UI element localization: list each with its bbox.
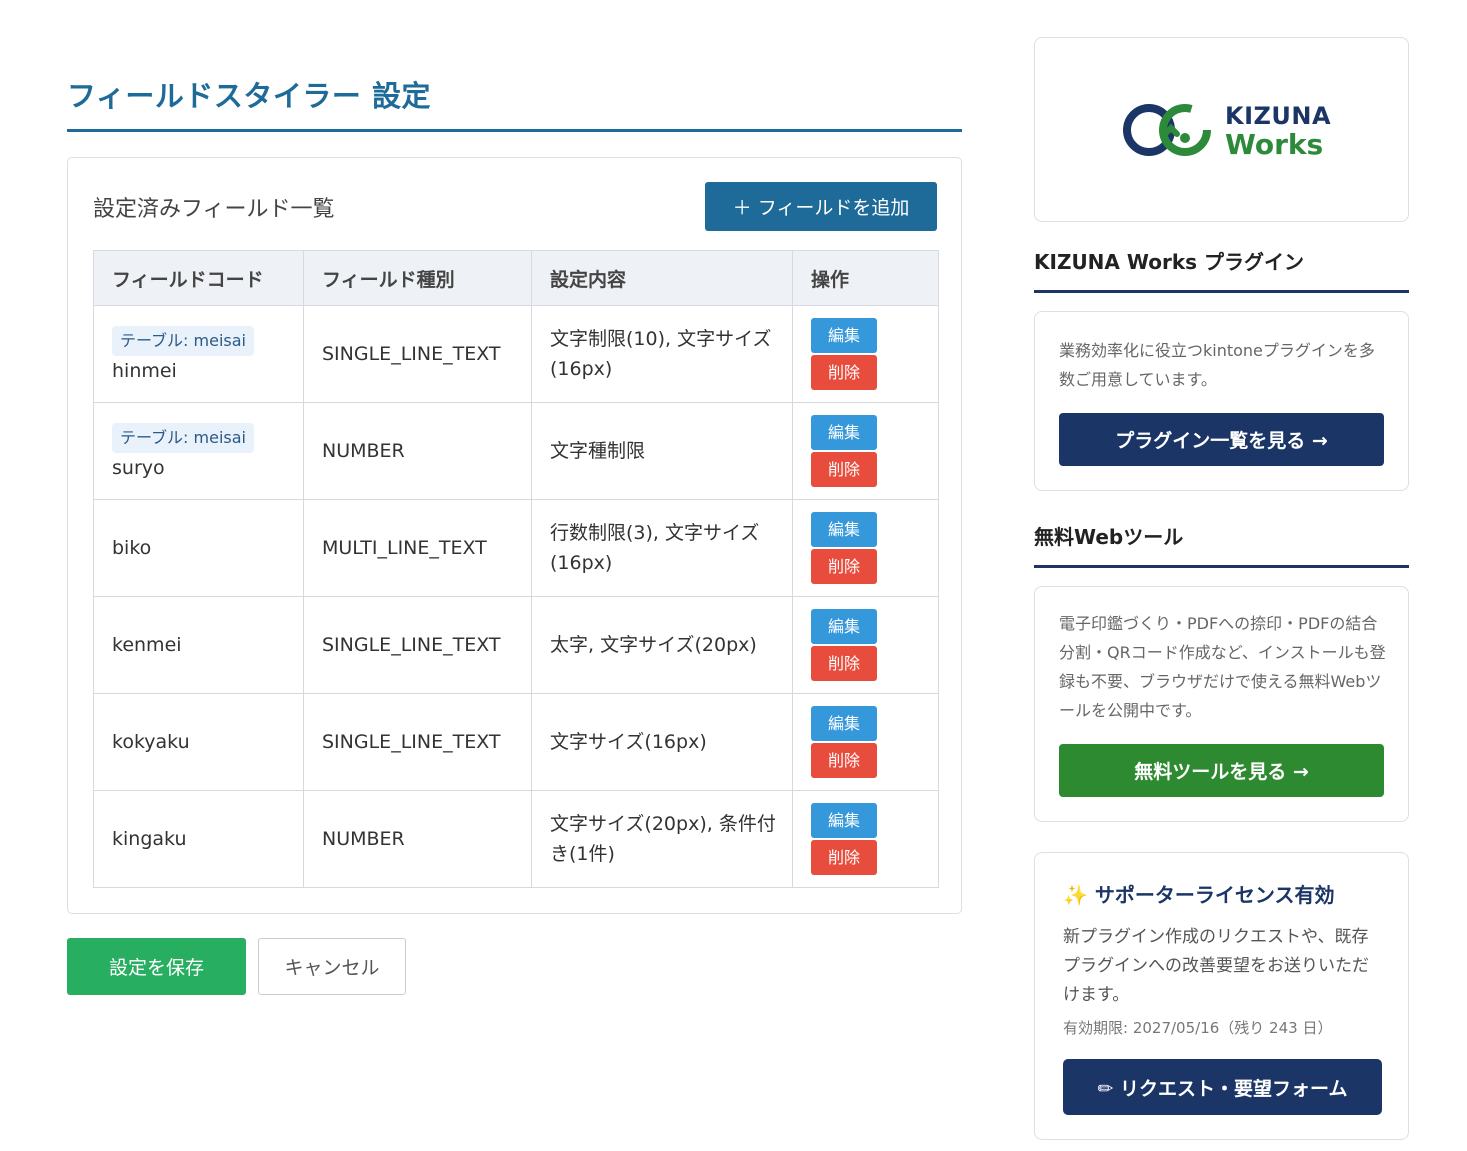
field-code: biko [93,499,304,597]
save-settings-button[interactable]: 設定を保存 [67,938,246,995]
field-code: kingaku [93,790,304,888]
tools-description: 電子印鑑づくり・PDFへの捺印・PDFの結合分割・QRコード作成など、インストー… [1059,614,1386,720]
column-header-actions: 操作 [792,250,939,306]
edit-button[interactable]: 編集 [811,609,877,644]
plugins-heading-divider [1034,290,1409,293]
actions-cell: 編集 削除 [792,596,939,694]
license-description: 新プラグイン作成のリクエストや、既存プラグインへの改善要望をお送りいただけます。 [1063,927,1369,1005]
license-card: ✨ サポーターライセンス有効 新プラグイン作成のリクエストや、既存プラグインへの… [1034,852,1409,1140]
field-code-cell: テーブル: meisai hinmei [93,305,304,403]
field-type: SINGLE_LINE_TEXT [303,305,532,403]
fields-card: 設定済みフィールド一覧 ＋ フィールドを追加 フィールドコード フィールド種別 … [67,157,962,914]
fields-table: フィールドコード フィールド種別 設定内容 操作 テーブル: meisai hi… [93,250,939,888]
fields-card-header: 設定済みフィールド一覧 ＋ フィールドを追加 [93,182,937,232]
delete-button[interactable]: 削除 [811,840,877,875]
table-tag-badge: テーブル: meisai [112,422,254,453]
field-type: MULTI_LINE_TEXT [303,499,532,597]
table-tag-badge: テーブル: meisai [112,325,254,356]
logo-text-works: Works [1225,128,1324,161]
field-settings: 太字, 文字サイズ(20px) [531,596,793,694]
view-plugins-button[interactable]: プラグイン一覧を見る → [1059,413,1384,466]
delete-button[interactable]: 削除 [811,452,877,487]
license-title: ✨ サポーターライセンス有効 [1063,879,1334,908]
tools-heading-divider [1034,565,1409,568]
license-title-text: サポーターライセンス有効 [1094,883,1335,907]
main-header: フィールドスタイラー 設定 [67,74,962,132]
field-code-cell: テーブル: meisai suryo [93,402,304,500]
table-row: biko MULTI_LINE_TEXT 行数制限(3), 文字サイズ(16px… [93,499,939,597]
sparkles-icon: ✨ [1063,883,1088,907]
edit-button[interactable]: 編集 [811,512,877,547]
table-row: テーブル: meisai suryo NUMBER 文字種制限 編集 削除 [93,402,939,500]
tools-heading: 無料Webツール [1034,525,1184,549]
field-settings: 文字制限(10), 文字サイズ(16px) [531,305,793,403]
actions-cell: 編集 削除 [792,305,939,403]
actions-cell: 編集 削除 [792,693,939,791]
page-title: フィールドスタイラー 設定 [67,79,432,113]
field-code: hinmei [112,359,177,382]
edit-button[interactable]: 編集 [811,318,877,353]
table-row: kenmei SINGLE_LINE_TEXT 太字, 文字サイズ(20px) … [93,596,939,694]
delete-button[interactable]: 削除 [811,355,877,390]
field-type: NUMBER [303,402,532,500]
logo-card[interactable]: KIZUNA Works [1034,37,1409,222]
actions-cell: 編集 削除 [792,402,939,500]
edit-button[interactable]: 編集 [811,415,877,450]
field-code: suryo [112,456,165,479]
field-settings: 文字種制限 [531,402,793,500]
title-divider [67,129,962,132]
plugins-card: 業務効率化に役立つkintoneプラグインを多数ご用意しています。 プラグイン一… [1034,311,1409,491]
field-code: kokyaku [93,693,304,791]
table-row: kokyaku SINGLE_LINE_TEXT 文字サイズ(16px) 編集 … [93,693,939,791]
delete-button[interactable]: 削除 [811,646,877,681]
plugins-heading: KIZUNA Works プラグイン [1034,250,1304,274]
field-type: SINGLE_LINE_TEXT [303,596,532,694]
plugins-description: 業務効率化に役立つkintoneプラグインを多数ご用意しています。 [1059,341,1375,389]
actions-cell: 編集 削除 [792,790,939,888]
add-field-button[interactable]: ＋ フィールドを追加 [705,182,937,231]
table-row: テーブル: meisai hinmei SINGLE_LINE_TEXT 文字制… [93,305,939,403]
table-row: kingaku NUMBER 文字サイズ(20px), 条件付き(1件) 編集 … [93,790,939,888]
delete-button[interactable]: 削除 [811,743,877,778]
field-type: SINGLE_LINE_TEXT [303,693,532,791]
kizuna-logo-icon [1123,104,1211,156]
field-settings: 文字サイズ(20px), 条件付き(1件) [531,790,793,888]
tools-card: 電子印鑑づくり・PDFへの捺印・PDFの結合分割・QRコード作成など、インストー… [1034,586,1409,822]
column-header-field-type: フィールド種別 [303,250,532,306]
cancel-button[interactable]: キャンセル [258,938,406,995]
edit-button[interactable]: 編集 [811,706,877,741]
request-form-button[interactable]: ✏ リクエスト・要望フォーム [1063,1059,1382,1115]
fields-card-title: 設定済みフィールド一覧 [93,197,335,222]
field-settings: 行数制限(3), 文字サイズ(16px) [531,499,793,597]
actions-cell: 編集 削除 [792,499,939,597]
delete-button[interactable]: 削除 [811,549,877,584]
field-type: NUMBER [303,790,532,888]
field-code: kenmei [93,596,304,694]
logo-text-kizuna: KIZUNA [1225,102,1332,130]
column-header-settings: 設定内容 [531,250,793,306]
column-header-field-code: フィールドコード [93,250,304,306]
license-expiry: 有効期限: 2027/05/16（残り 243 日） [1063,1019,1333,1037]
edit-button[interactable]: 編集 [811,803,877,838]
field-settings: 文字サイズ(16px) [531,693,793,791]
table-header-row: フィールドコード フィールド種別 設定内容 操作 [93,250,939,306]
view-tools-button[interactable]: 無料ツールを見る → [1059,744,1384,797]
